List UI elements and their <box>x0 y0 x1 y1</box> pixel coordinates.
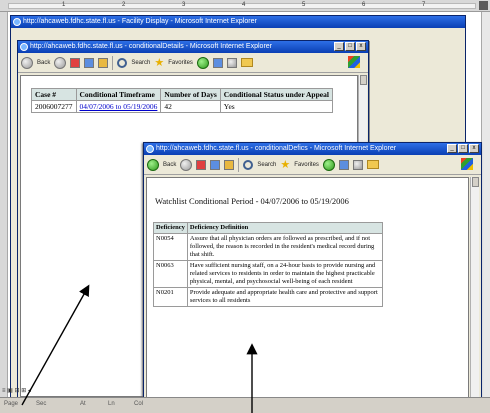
deficiencies-window: http://ahcaweb.fdhc.state.fl.us - condit… <box>143 142 482 413</box>
close-button[interactable]: x <box>469 144 479 153</box>
scroll-up-button[interactable] <box>360 75 367 85</box>
home-icon[interactable] <box>98 57 109 68</box>
status-line: Ln <box>108 401 115 407</box>
deficiency-table: Deficiency Deficiency Definition N0054 A… <box>153 222 384 307</box>
outer-window-titlebar[interactable]: http://ahcaweb.fdhc.state.fl.us - Facili… <box>11 16 465 28</box>
ie-icon <box>146 145 154 153</box>
ruler-number: 4 <box>242 2 246 8</box>
maximize-button[interactable]: □ <box>345 42 355 51</box>
status-at: At <box>80 401 86 407</box>
ruler-number: 2 <box>122 2 126 8</box>
days-cell: 42 <box>160 100 221 113</box>
stop-icon[interactable] <box>70 57 81 68</box>
status-column: Col <box>134 401 144 407</box>
front-page-content: Watchlist Conditional Period - 04/07/200… <box>146 177 469 412</box>
media-icon[interactable] <box>322 158 335 171</box>
timeframe-link[interactable]: 04/07/2006 to 05/19/2006 <box>80 102 158 111</box>
case-number-cell: 2006007277 <box>31 100 77 113</box>
window-controls: _ □ x <box>447 144 479 153</box>
deficiency-code-cell: N0054 <box>153 233 188 261</box>
table-row: 2006007277 04/07/2006 to 05/19/2006 42 Y… <box>31 100 333 113</box>
refresh-icon[interactable] <box>84 57 95 68</box>
table-row: N0063 Have sufficient nursing staff, on … <box>153 260 384 288</box>
page-title: Watchlist Conditional Period - 04/07/200… <box>155 196 349 206</box>
print-icon[interactable] <box>226 57 237 68</box>
deficiency-definition-cell: Have sufficient nursing staff, on a 24-h… <box>186 260 384 288</box>
column-header-days: Number of Days <box>160 88 221 101</box>
refresh-icon[interactable] <box>210 159 221 170</box>
document-left-margin <box>0 12 8 413</box>
status-page: Page <box>4 401 19 407</box>
ruler-number: 5 <box>302 2 306 8</box>
deficiency-code-cell: N0063 <box>153 260 188 288</box>
browser-toolbar: Back Search ★ Favorites <box>144 155 481 175</box>
mail-icon[interactable] <box>338 159 349 170</box>
table-row: N0054 Assure that all physician orders a… <box>153 233 384 261</box>
home-icon[interactable] <box>224 159 235 170</box>
column-header-deficiency: Deficiency <box>153 222 188 234</box>
toolbar-separator <box>238 157 240 172</box>
forward-arrow-icon[interactable] <box>54 56 67 69</box>
favorites-label[interactable]: Favorites <box>168 60 193 66</box>
front-window-title: http://ahcaweb.fdhc.state.fl.us - condit… <box>156 145 397 152</box>
favorites-label[interactable]: Favorites <box>294 162 319 168</box>
minimize-button[interactable]: _ <box>334 42 344 51</box>
back-arrow-icon[interactable] <box>147 158 159 171</box>
media-icon[interactable] <box>196 56 209 69</box>
table-row: N0201 Provide adequate and appropriate h… <box>153 287 384 307</box>
ruler-number: 1 <box>62 2 66 8</box>
view-buttons[interactable]: ≡ ▣ ⊟ ⊞ ◂ <box>2 387 42 395</box>
ruler-number: 6 <box>362 2 366 8</box>
column-header-definition: Deficiency Definition <box>186 222 384 234</box>
folder-icon[interactable] <box>240 58 253 67</box>
back-arrow-icon[interactable] <box>21 56 33 69</box>
middle-window-titlebar[interactable]: http://ahcaweb.fdhc.state.fl.us - condit… <box>18 41 368 53</box>
column-header-case: Case # <box>31 88 77 101</box>
toolbar-separator <box>112 55 114 70</box>
deficiency-code-cell: N0201 <box>153 287 188 307</box>
print-icon[interactable] <box>352 159 363 170</box>
ruler: 1 2 3 4 5 6 7 <box>0 0 490 12</box>
status-bar: Page Sec At Ln Col <box>0 397 490 413</box>
search-icon[interactable] <box>243 159 254 170</box>
status-section: Sec <box>36 401 47 407</box>
front-scrollbar[interactable] <box>470 177 479 412</box>
ruler-number: 3 <box>182 2 186 8</box>
browser-toolbar: Back Search ★ Favorites <box>18 53 368 73</box>
column-header-appeal-status: Conditional Status under Appeal <box>219 88 333 101</box>
timeframe-cell: 04/07/2006 to 05/19/2006 <box>75 100 162 113</box>
search-label[interactable]: Search <box>257 162 276 168</box>
outer-window-title: http://ahcaweb.fdhc.state.fl.us - Facili… <box>23 18 257 25</box>
back-label[interactable]: Back <box>37 60 50 66</box>
maximize-button[interactable]: □ <box>458 144 468 153</box>
deficiency-definition-cell: Assure that all physician orders are fol… <box>186 233 384 261</box>
stop-icon[interactable] <box>196 159 207 170</box>
back-label[interactable]: Back <box>163 162 176 168</box>
middle-window-title: http://ahcaweb.fdhc.state.fl.us - condit… <box>30 43 273 50</box>
close-button[interactable]: x <box>356 42 366 51</box>
appeal-status-cell: Yes <box>219 100 333 113</box>
folder-icon[interactable] <box>366 160 379 169</box>
ruler-corner[interactable] <box>479 1 488 10</box>
favorites-star-icon[interactable]: ★ <box>280 159 290 170</box>
scroll-up-button[interactable] <box>472 177 479 187</box>
conditional-details-table: Case # Conditional Timeframe Number of D… <box>31 88 333 113</box>
search-icon[interactable] <box>117 57 128 68</box>
deficiency-definition-cell: Provide adequate and appropriate health … <box>186 287 384 307</box>
ie-icon <box>20 43 28 51</box>
favorites-star-icon[interactable]: ★ <box>154 57 164 68</box>
front-window-titlebar[interactable]: http://ahcaweb.fdhc.state.fl.us - condit… <box>144 143 481 155</box>
document-scrollbar[interactable] <box>481 12 490 413</box>
windows-logo-icon <box>348 56 360 68</box>
ie-icon <box>13 18 21 26</box>
minimize-button[interactable]: _ <box>447 144 457 153</box>
windows-logo-icon <box>461 158 473 170</box>
window-controls: _ □ x <box>334 42 366 51</box>
ruler-number: 7 <box>422 2 426 8</box>
mail-icon[interactable] <box>212 57 223 68</box>
column-header-timeframe: Conditional Timeframe <box>75 88 162 101</box>
forward-arrow-icon[interactable] <box>180 158 193 171</box>
search-label[interactable]: Search <box>131 60 150 66</box>
